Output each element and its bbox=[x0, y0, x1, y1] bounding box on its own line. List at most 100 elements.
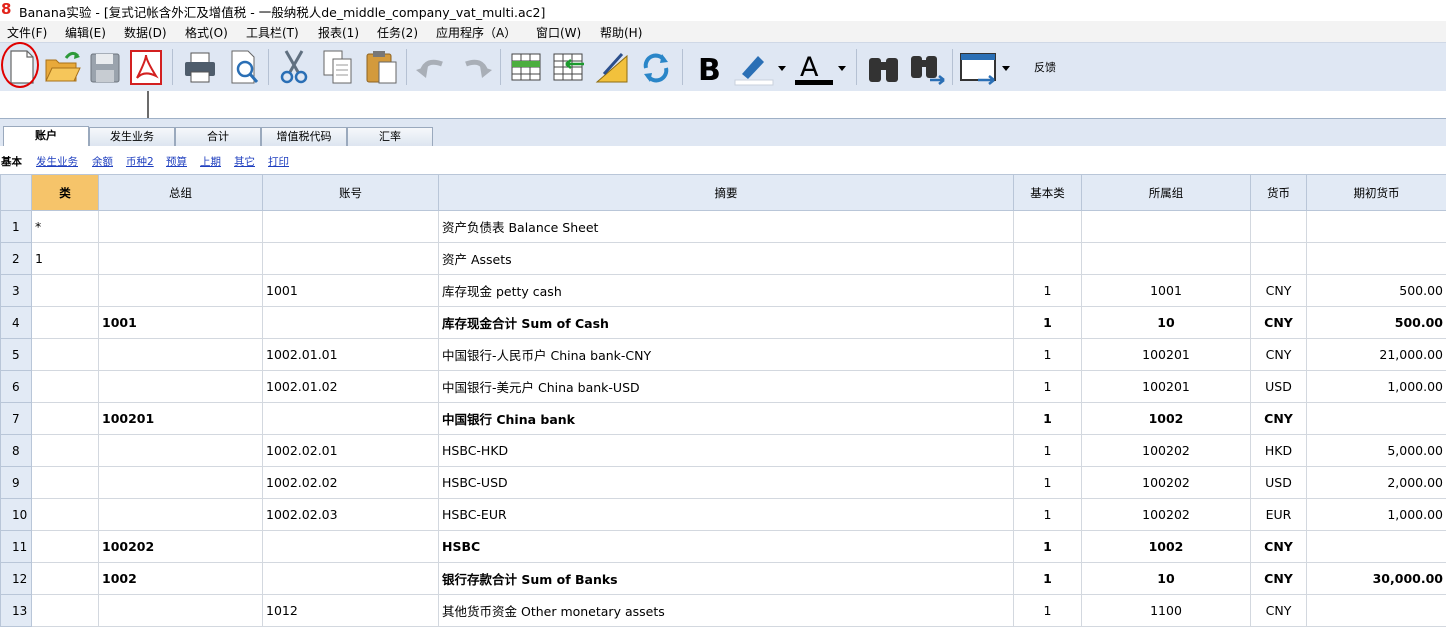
cell-gr[interactable]: 1001 bbox=[1081, 274, 1251, 307]
find-button[interactable] bbox=[864, 46, 904, 88]
cell-currency[interactable]: CNY bbox=[1250, 274, 1307, 307]
view-print[interactable]: 打印 bbox=[268, 154, 289, 169]
cell-class[interactable] bbox=[31, 274, 99, 307]
cell-class[interactable] bbox=[31, 498, 99, 531]
cell-description[interactable]: 资产 Assets bbox=[438, 242, 1014, 275]
cell-currency[interactable] bbox=[1250, 242, 1307, 275]
view-base[interactable]: 基本 bbox=[1, 154, 22, 169]
cell-account[interactable]: 1002.01.01 bbox=[262, 338, 439, 371]
cell-gr[interactable]: 100201 bbox=[1081, 370, 1251, 403]
cell-account[interactable]: 1001 bbox=[262, 274, 439, 307]
cell-description[interactable]: HSBC-HKD bbox=[438, 434, 1014, 467]
cell-class[interactable]: 1 bbox=[31, 242, 99, 275]
table-row[interactable]: 3 1001 库存现金 petty cash 1 1001 CNY 500.00 bbox=[0, 274, 1446, 307]
menu-edit[interactable]: 编辑(E) bbox=[65, 24, 106, 41]
cell-bclass[interactable] bbox=[1013, 242, 1082, 275]
cell-gr[interactable]: 100202 bbox=[1081, 498, 1251, 531]
cell-bclass[interactable]: 1 bbox=[1013, 370, 1082, 403]
cell-gr[interactable]: 10 bbox=[1081, 306, 1251, 339]
redo-button[interactable] bbox=[456, 46, 496, 88]
cell-gr[interactable]: 100202 bbox=[1081, 466, 1251, 499]
cell-group[interactable] bbox=[98, 210, 263, 243]
cell-account[interactable] bbox=[262, 242, 439, 275]
cell-class[interactable] bbox=[31, 306, 99, 339]
cell-description[interactable]: 资产负债表 Balance Sheet bbox=[438, 210, 1014, 243]
row-number[interactable]: 1 bbox=[0, 210, 32, 243]
cell-description[interactable]: HSBC bbox=[438, 530, 1014, 563]
cell-gr[interactable]: 100201 bbox=[1081, 338, 1251, 371]
cell-group[interactable] bbox=[98, 242, 263, 275]
cell-bclass[interactable]: 1 bbox=[1013, 434, 1082, 467]
cell-class[interactable] bbox=[31, 370, 99, 403]
table-row[interactable]: 12 1002 银行存款合计 Sum of Banks 1 10 CNY 30,000.00 bbox=[0, 562, 1446, 595]
cell-account[interactable]: 1002.02.02 bbox=[262, 466, 439, 499]
cell-gr[interactable] bbox=[1081, 242, 1251, 275]
cell-description[interactable]: 中国银行-人民币户 China bank-CNY bbox=[438, 338, 1014, 371]
text-color-button[interactable]: A bbox=[792, 46, 850, 88]
table-row[interactable]: 13 1012 其他货币资金 Other monetary assets 1 1100 C… bbox=[0, 594, 1446, 627]
cell-class[interactable]: * bbox=[31, 210, 99, 243]
cell-bclass[interactable]: 1 bbox=[1013, 530, 1082, 563]
cell-opening[interactable]: 30,000.00 bbox=[1306, 562, 1446, 595]
cell-class[interactable] bbox=[31, 562, 99, 595]
print-button[interactable] bbox=[180, 46, 220, 88]
cell-group[interactable] bbox=[98, 338, 263, 371]
table-row[interactable]: 5 1002.01.01 中国银行-人民币户 China bank-CNY 1 1002… bbox=[0, 338, 1446, 371]
tab-exchange-rates[interactable]: 汇率 bbox=[347, 127, 433, 146]
table-row[interactable]: 4 1001 库存现金合计 Sum of Cash 1 10 CNY 500.00 bbox=[0, 306, 1446, 339]
refresh-button[interactable] bbox=[636, 46, 676, 88]
cell-opening[interactable]: 1,000.00 bbox=[1306, 498, 1446, 531]
cell-opening[interactable]: 500.00 bbox=[1306, 306, 1446, 339]
cell-opening[interactable]: 5,000.00 bbox=[1306, 434, 1446, 467]
cell-description[interactable]: 银行存款合计 Sum of Banks bbox=[438, 562, 1014, 595]
cell-description[interactable]: 其他货币资金 Other monetary assets bbox=[438, 594, 1014, 627]
view-other[interactable]: 其它 bbox=[234, 154, 255, 169]
cell-class[interactable] bbox=[31, 594, 99, 627]
cell-opening[interactable] bbox=[1306, 594, 1446, 627]
view-currency2[interactable]: 币种2 bbox=[126, 154, 154, 169]
table-row[interactable]: 6 1002.01.02 中国银行-美元户 China bank-USD 1 10020… bbox=[0, 370, 1446, 403]
find-next-button[interactable] bbox=[908, 46, 948, 88]
row-number[interactable]: 8 bbox=[0, 434, 32, 467]
cell-currency[interactable]: CNY bbox=[1250, 402, 1307, 435]
view-previous[interactable]: 上期 bbox=[200, 154, 221, 169]
column-header-opening[interactable]: 期初货币 bbox=[1306, 174, 1446, 211]
row-number[interactable]: 12 bbox=[0, 562, 32, 595]
menu-format[interactable]: 格式(O) bbox=[185, 24, 228, 41]
cell-description[interactable]: 中国银行 China bank bbox=[438, 402, 1014, 435]
cell-account[interactable] bbox=[262, 562, 439, 595]
column-header-gr[interactable]: 所属组 bbox=[1081, 174, 1251, 211]
column-header-group[interactable]: 总组 bbox=[98, 174, 263, 211]
menu-apps[interactable]: 应用程序（A） bbox=[436, 24, 516, 41]
row-number[interactable]: 10 bbox=[0, 498, 32, 531]
cell-group[interactable]: 100202 bbox=[98, 530, 263, 563]
cell-bclass[interactable]: 1 bbox=[1013, 562, 1082, 595]
row-number[interactable]: 2 bbox=[0, 242, 32, 275]
cell-currency[interactable]: USD bbox=[1250, 370, 1307, 403]
cell-currency[interactable]: USD bbox=[1250, 466, 1307, 499]
export-pdf-button[interactable] bbox=[126, 46, 166, 88]
cell-account[interactable] bbox=[262, 306, 439, 339]
tab-transactions[interactable]: 发生业务 bbox=[89, 127, 175, 146]
cell-description[interactable]: HSBC-USD bbox=[438, 466, 1014, 499]
cell-class[interactable] bbox=[31, 434, 99, 467]
cell-account[interactable]: 1002.01.02 bbox=[262, 370, 439, 403]
cell-bclass[interactable]: 1 bbox=[1013, 338, 1082, 371]
menu-file[interactable]: 文件(F) bbox=[7, 24, 47, 41]
cell-opening[interactable] bbox=[1306, 402, 1446, 435]
copy-button[interactable] bbox=[318, 46, 358, 88]
cell-class[interactable] bbox=[31, 466, 99, 499]
table-row[interactable]: 11 100202 HSBC 1 1002 CNY bbox=[0, 530, 1446, 563]
row-number[interactable]: 3 bbox=[0, 274, 32, 307]
cell-bclass[interactable] bbox=[1013, 210, 1082, 243]
cell-currency[interactable]: EUR bbox=[1250, 498, 1307, 531]
recheck-button[interactable] bbox=[592, 46, 632, 88]
add-row-button[interactable] bbox=[506, 46, 546, 88]
cell-account[interactable]: 1002.02.01 bbox=[262, 434, 439, 467]
view-balances[interactable]: 余额 bbox=[92, 154, 113, 169]
row-number[interactable]: 5 bbox=[0, 338, 32, 371]
cell-bclass[interactable]: 1 bbox=[1013, 402, 1082, 435]
menu-data[interactable]: 数据(D) bbox=[124, 24, 167, 41]
cell-account[interactable] bbox=[262, 402, 439, 435]
cell-group[interactable] bbox=[98, 370, 263, 403]
